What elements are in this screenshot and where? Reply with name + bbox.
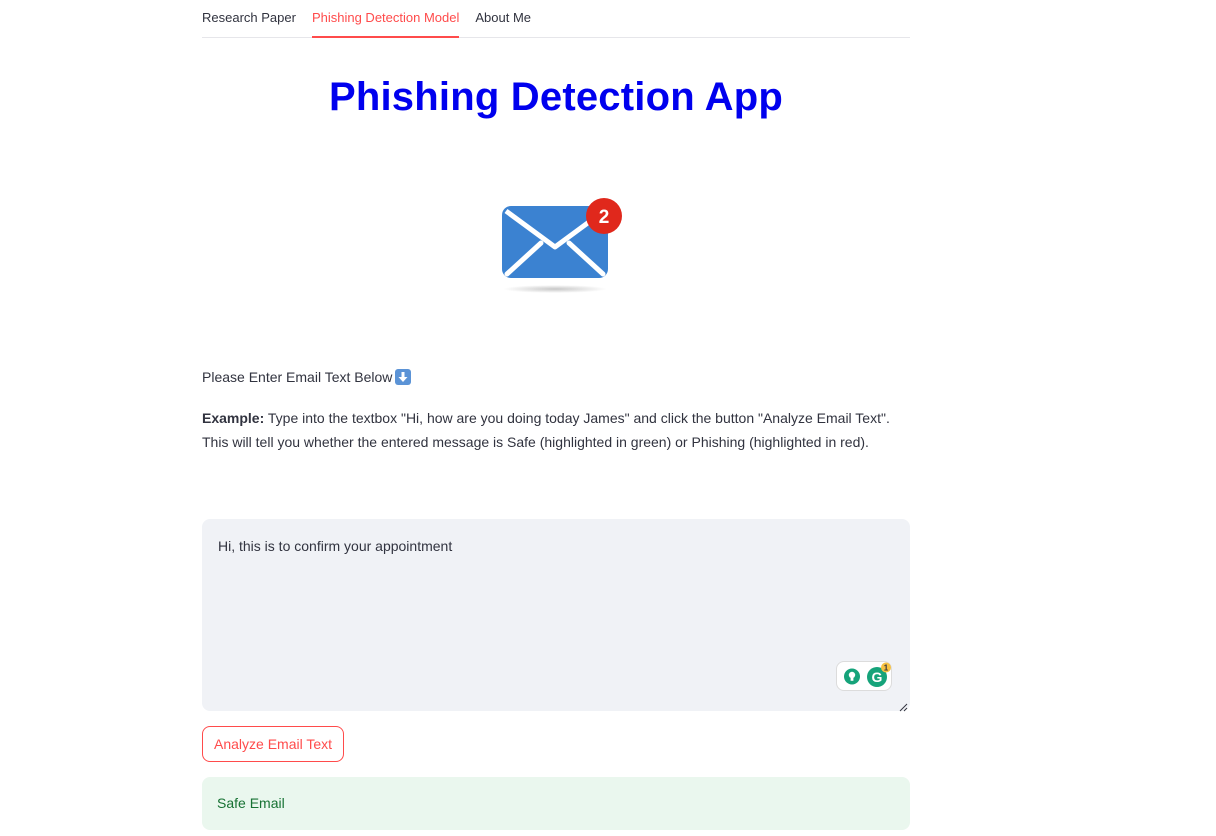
email-text-value: Hi, this is to confirm your appointment	[218, 538, 453, 554]
tab-research-paper[interactable]: Research Paper	[202, 0, 296, 37]
prompt-line: Please Enter Email Text Below	[202, 367, 412, 387]
main-content: Research Paper Phishing Detection Model …	[202, 0, 910, 830]
result-text: Safe Email	[217, 795, 285, 811]
page: Research Paper Phishing Detection Model …	[0, 0, 1216, 836]
resize-handle-icon[interactable]	[898, 699, 908, 712]
tab-about-me[interactable]: About Me	[475, 0, 531, 37]
email-text-input[interactable]: Hi, this is to confirm your appointment …	[202, 519, 910, 712]
grammarly-count: 1	[884, 664, 889, 673]
envelope-image: 2	[497, 198, 627, 298]
analyze-email-button[interactable]: Analyze Email Text	[202, 726, 345, 762]
result-alert: Safe Email	[202, 777, 910, 830]
badge-count: 2	[599, 207, 610, 228]
example-text: Type into the textbox "Hi, how are you d…	[202, 410, 890, 450]
svg-text:G: G	[872, 669, 883, 685]
prompt-text: Please Enter Email Text Below	[202, 369, 393, 385]
tab-bar: Research Paper Phishing Detection Model …	[202, 0, 910, 38]
down-arrow-icon	[395, 369, 412, 385]
tab-phishing-detection-model[interactable]: Phishing Detection Model	[311, 0, 460, 38]
example-instructions: Example: Type into the textbox "Hi, how …	[202, 406, 910, 454]
example-label: Example:	[202, 410, 265, 426]
page-title: Phishing Detection App	[328, 75, 784, 119]
grammarly-widget[interactable]: G 1	[836, 661, 892, 691]
envelope-icon: 2	[502, 198, 622, 293]
